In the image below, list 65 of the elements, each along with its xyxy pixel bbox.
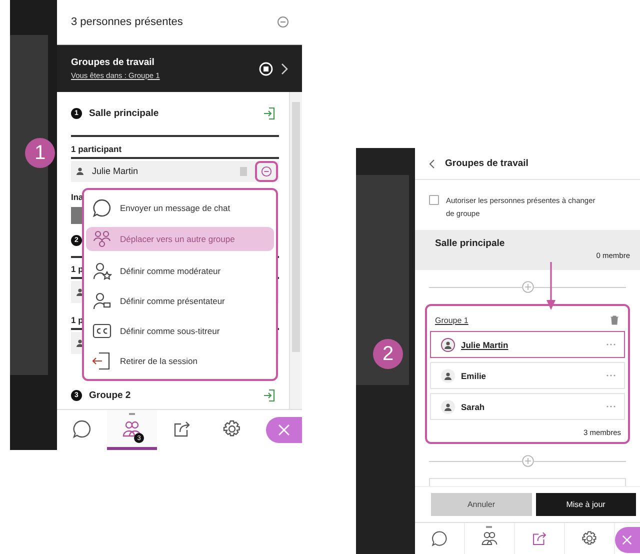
member-row[interactable]: Sarah (430, 393, 625, 420)
avatar-icon (441, 338, 455, 352)
share-icon (172, 418, 192, 438)
people-icon (480, 530, 498, 547)
menu-item[interactable]: Définir comme modérateur (86, 256, 274, 286)
bar-title: Groupes de travail (71, 57, 156, 68)
close-icon (278, 424, 290, 436)
join-icon[interactable] (263, 388, 275, 402)
member-row[interactable]: Emilie (430, 362, 625, 389)
add-group-icon[interactable] (522, 281, 534, 293)
room-title: Salle principale (435, 238, 506, 249)
close-button[interactable] (266, 417, 302, 443)
menu-item[interactable]: Définir comme sous-titreur (86, 316, 274, 346)
more-icon[interactable] (606, 374, 616, 377)
menu-item[interactable]: Déplacer vers un autre groupe (86, 227, 274, 251)
group-name[interactable]: Groupe 1 (435, 316, 468, 324)
back-icon[interactable] (429, 158, 435, 168)
cancel-button[interactable]: Annuler (431, 493, 532, 516)
chevron-right-icon[interactable] (281, 62, 288, 74)
chat-icon (72, 418, 92, 438)
person-icon (76, 339, 84, 348)
chat-icon (430, 530, 448, 547)
room-title: Salle principale (89, 108, 159, 120)
menu-item[interactable]: Définir comme présentateur (86, 286, 274, 316)
person-icon (76, 288, 84, 296)
status-icon (240, 166, 247, 176)
chat-icon (92, 198, 112, 218)
captions-icon (92, 321, 112, 341)
participant-name: Julie Martin (92, 166, 140, 176)
avatar-icon (441, 400, 455, 414)
settings-icon (580, 530, 598, 547)
stop-icon[interactable] (259, 62, 273, 76)
join-icon[interactable] (263, 107, 275, 120)
close-icon (622, 535, 632, 545)
collapse-icon[interactable] (277, 16, 289, 28)
person-star-icon (92, 261, 112, 281)
more-icon[interactable] (606, 343, 616, 346)
menu-item[interactable]: Envoyer un message de chat (86, 193, 274, 223)
add-group-icon[interactable] (522, 455, 534, 467)
scrollbar[interactable] (289, 92, 302, 409)
more-icon[interactable] (606, 405, 616, 408)
checkbox[interactable] (429, 195, 439, 205)
trash-icon[interactable] (610, 315, 619, 325)
close-button[interactable] (614, 527, 640, 553)
panel-title: 3 personnes présentes (71, 16, 183, 28)
avatar-icon (441, 368, 455, 382)
exit-icon (92, 351, 112, 371)
member-row[interactable]: Julie Martin (430, 331, 625, 358)
group-icon (92, 229, 112, 249)
update-button[interactable]: Mise à jour (536, 493, 636, 516)
person-screen-icon (92, 291, 112, 311)
panel-title: Groupes de travail (445, 158, 528, 169)
member-name: Emilie (461, 370, 488, 380)
person-icon (76, 167, 84, 176)
member-name: Julie Martin (461, 340, 510, 350)
room-title: Groupe 2 (89, 390, 131, 400)
options-button[interactable] (255, 160, 278, 182)
settings-icon (222, 418, 242, 438)
options-icon (261, 166, 272, 177)
member-name: Sarah (461, 402, 486, 412)
people-icon (122, 418, 142, 438)
participant-row[interactable]: Julie Martin (71, 160, 279, 182)
participant-count: 1 participant (71, 144, 122, 154)
menu-item[interactable]: Retirer de la session (86, 346, 274, 376)
share-icon (530, 530, 548, 547)
